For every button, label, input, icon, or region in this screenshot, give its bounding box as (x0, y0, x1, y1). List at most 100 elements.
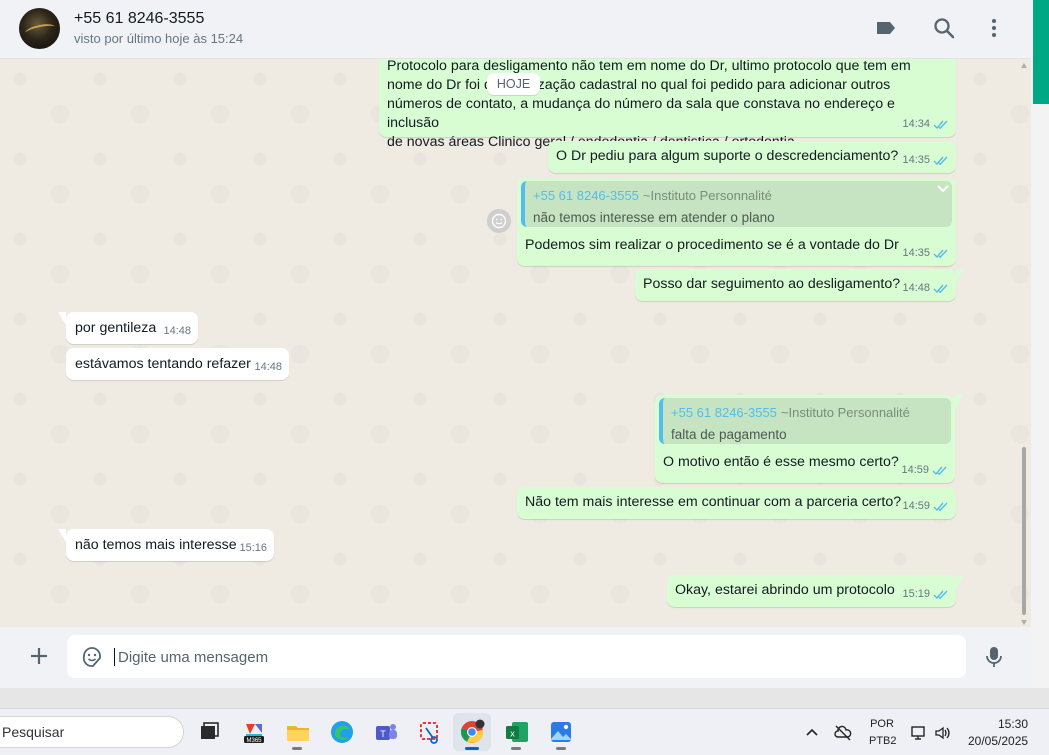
running-indicator (556, 747, 566, 750)
message-meta: 15:16 (239, 539, 267, 558)
window-bottom-margin (0, 688, 1049, 708)
taskbar-search-label: Pesquisar (2, 724, 65, 740)
message-line: números de contato, a mudança do número … (387, 96, 895, 131)
message-meta: 14:48 (902, 279, 949, 298)
read-ticks-icon (933, 284, 948, 294)
quoted-message[interactable]: +55 61 8246-3555 ~Instituto Personnalité … (521, 181, 952, 227)
search-icon[interactable] (932, 16, 956, 40)
message-meta: 14:35 (902, 244, 949, 263)
message-time: 14:48 (163, 325, 191, 337)
message-outgoing-reply[interactable]: +55 61 8246-3555 ~Instituto Personnalité … (655, 395, 963, 483)
message-time: 15:16 (239, 542, 267, 554)
keyboard-layout-indicator[interactable]: PTB2 (869, 735, 897, 747)
scrollbar-thumb[interactable] (1022, 447, 1026, 615)
microsoft-365-icon[interactable]: M365 (240, 718, 268, 746)
message-text: Posso dar seguimento ao desligamento? (643, 276, 901, 292)
quoted-group: ~Instituto Personnalité (780, 405, 910, 420)
message-text: O Dr pediu para algum suporte o descrede… (556, 148, 899, 164)
menu-icon[interactable] (982, 16, 1006, 40)
chrome-icon[interactable] (458, 718, 486, 746)
message-outgoing[interactable]: Protocolo para desligamento não tem em n… (379, 59, 956, 150)
photos-icon[interactable] (547, 718, 575, 746)
quoted-group: ~Instituto Personnalité (642, 188, 772, 203)
read-ticks-icon (933, 120, 948, 130)
running-indicator (292, 747, 302, 750)
read-ticks-icon (933, 502, 948, 512)
plus-icon[interactable] (28, 645, 50, 667)
message-incoming[interactable]: não temos mais interesse 15:16 (58, 529, 274, 561)
message-list[interactable]: HOJE Protocolo para desligamento não tem… (0, 59, 1031, 627)
message-time: 15:19 (902, 588, 930, 600)
message-text: por gentileza (75, 320, 157, 336)
message-meta: 14:48 (254, 358, 282, 377)
message-time: 14:59 (902, 500, 930, 512)
quoted-text: falta de pagamento (671, 427, 787, 442)
message-outgoing[interactable]: Okay, estarei abrindo um protocolo 15:19 (667, 575, 964, 607)
svg-text:x: x (510, 729, 515, 739)
excel-icon[interactable]: x (503, 718, 531, 746)
task-view-icon[interactable] (195, 718, 223, 746)
message-outgoing-reply[interactable]: +55 61 8246-3555 ~Instituto Personnalité … (517, 178, 956, 266)
sticker-icon[interactable] (80, 645, 104, 669)
message-time: 14:35 (902, 247, 930, 259)
language-indicator[interactable]: POR (869, 718, 895, 730)
microphone-icon[interactable] (983, 645, 1005, 669)
chevron-down-icon[interactable] (936, 184, 950, 194)
svg-text:T: T (380, 729, 386, 739)
scroll-down-arrow[interactable] (1021, 620, 1027, 625)
label-icon[interactable] (874, 16, 898, 40)
message-text: Não tem mais interesse em continuar com … (525, 494, 902, 510)
message-incoming[interactable]: por gentileza 14:48 (58, 312, 198, 344)
scroll-up-arrow[interactable] (1021, 63, 1027, 68)
message-outgoing[interactable]: Posso dar seguimento ao desligamento? 14… (635, 269, 964, 301)
message-time: 14:48 (254, 361, 282, 373)
cloud-offline-icon[interactable] (834, 724, 852, 742)
teams-icon[interactable]: T (372, 718, 400, 746)
contact-status: visto por último hoje às 15:24 (74, 31, 244, 46)
volume-icon[interactable] (934, 724, 952, 742)
clock-time[interactable]: 15:30 (998, 717, 1028, 731)
quoted-sender: +55 61 8246-3555 ~Instituto Personnalité (533, 188, 772, 203)
message-text: O motivo então é esse mesmo certo? (663, 454, 899, 470)
quoted-sender: +55 61 8246-3555 ~Instituto Personnalité (671, 405, 910, 420)
message-meta: 14:34 (902, 115, 949, 134)
file-explorer-icon[interactable] (284, 718, 312, 746)
message-line: Protocolo para desligamento não tem em n… (387, 59, 911, 74)
chat-header[interactable]: +55 61 8246-3555 visto por último hoje à… (0, 0, 1031, 59)
network-icon[interactable] (910, 724, 928, 742)
message-outgoing[interactable]: Não tem mais interesse em continuar com … (517, 487, 956, 519)
message-text: estávamos tentando refazer (75, 356, 251, 372)
message-meta: 14:59 (902, 497, 949, 516)
message-text: Okay, estarei abrindo um protocolo (675, 582, 895, 598)
side-strip (1031, 0, 1049, 688)
chat-scrollbar[interactable] (1019, 59, 1029, 627)
m365-label: M365 (246, 738, 262, 744)
chevron-up-icon[interactable] (803, 724, 821, 742)
running-indicator (511, 747, 521, 750)
emoji-reaction-icon[interactable] (487, 209, 511, 233)
active-indicator (465, 747, 479, 750)
avatar[interactable] (19, 8, 60, 49)
snipping-tool-icon[interactable] (416, 718, 444, 746)
message-text: não temos mais interesse (75, 537, 237, 553)
message-meta: 14:59 (901, 461, 948, 480)
message-time: 14:35 (902, 154, 930, 166)
message-outgoing[interactable]: O Dr pediu para algum suporte o descrede… (548, 141, 956, 173)
clock-date[interactable]: 20/05/2025 (968, 734, 1028, 748)
read-ticks-icon (932, 466, 947, 476)
message-incoming[interactable]: estávamos tentando refazer 14:48 (66, 348, 289, 380)
message-input[interactable] (118, 646, 918, 668)
read-ticks-icon (933, 249, 948, 259)
quoted-text: não temos interesse em atender o plano (533, 210, 775, 225)
read-ticks-icon (933, 590, 948, 600)
contact-name[interactable]: +55 61 8246-3555 (74, 10, 204, 28)
quoted-message[interactable]: +55 61 8246-3555 ~Instituto Personnalité … (659, 398, 951, 444)
message-meta: 14:35 (902, 151, 949, 170)
message-line: nome do Dr foi de atualização cadastral … (387, 77, 891, 93)
accent-bar (1033, 0, 1049, 104)
read-ticks-icon (933, 156, 948, 166)
message-time: 14:59 (901, 464, 929, 476)
message-text: Podemos sim realizar o procedimento se é… (525, 237, 899, 253)
edge-icon[interactable] (328, 718, 356, 746)
message-meta: 15:19 (902, 585, 949, 604)
